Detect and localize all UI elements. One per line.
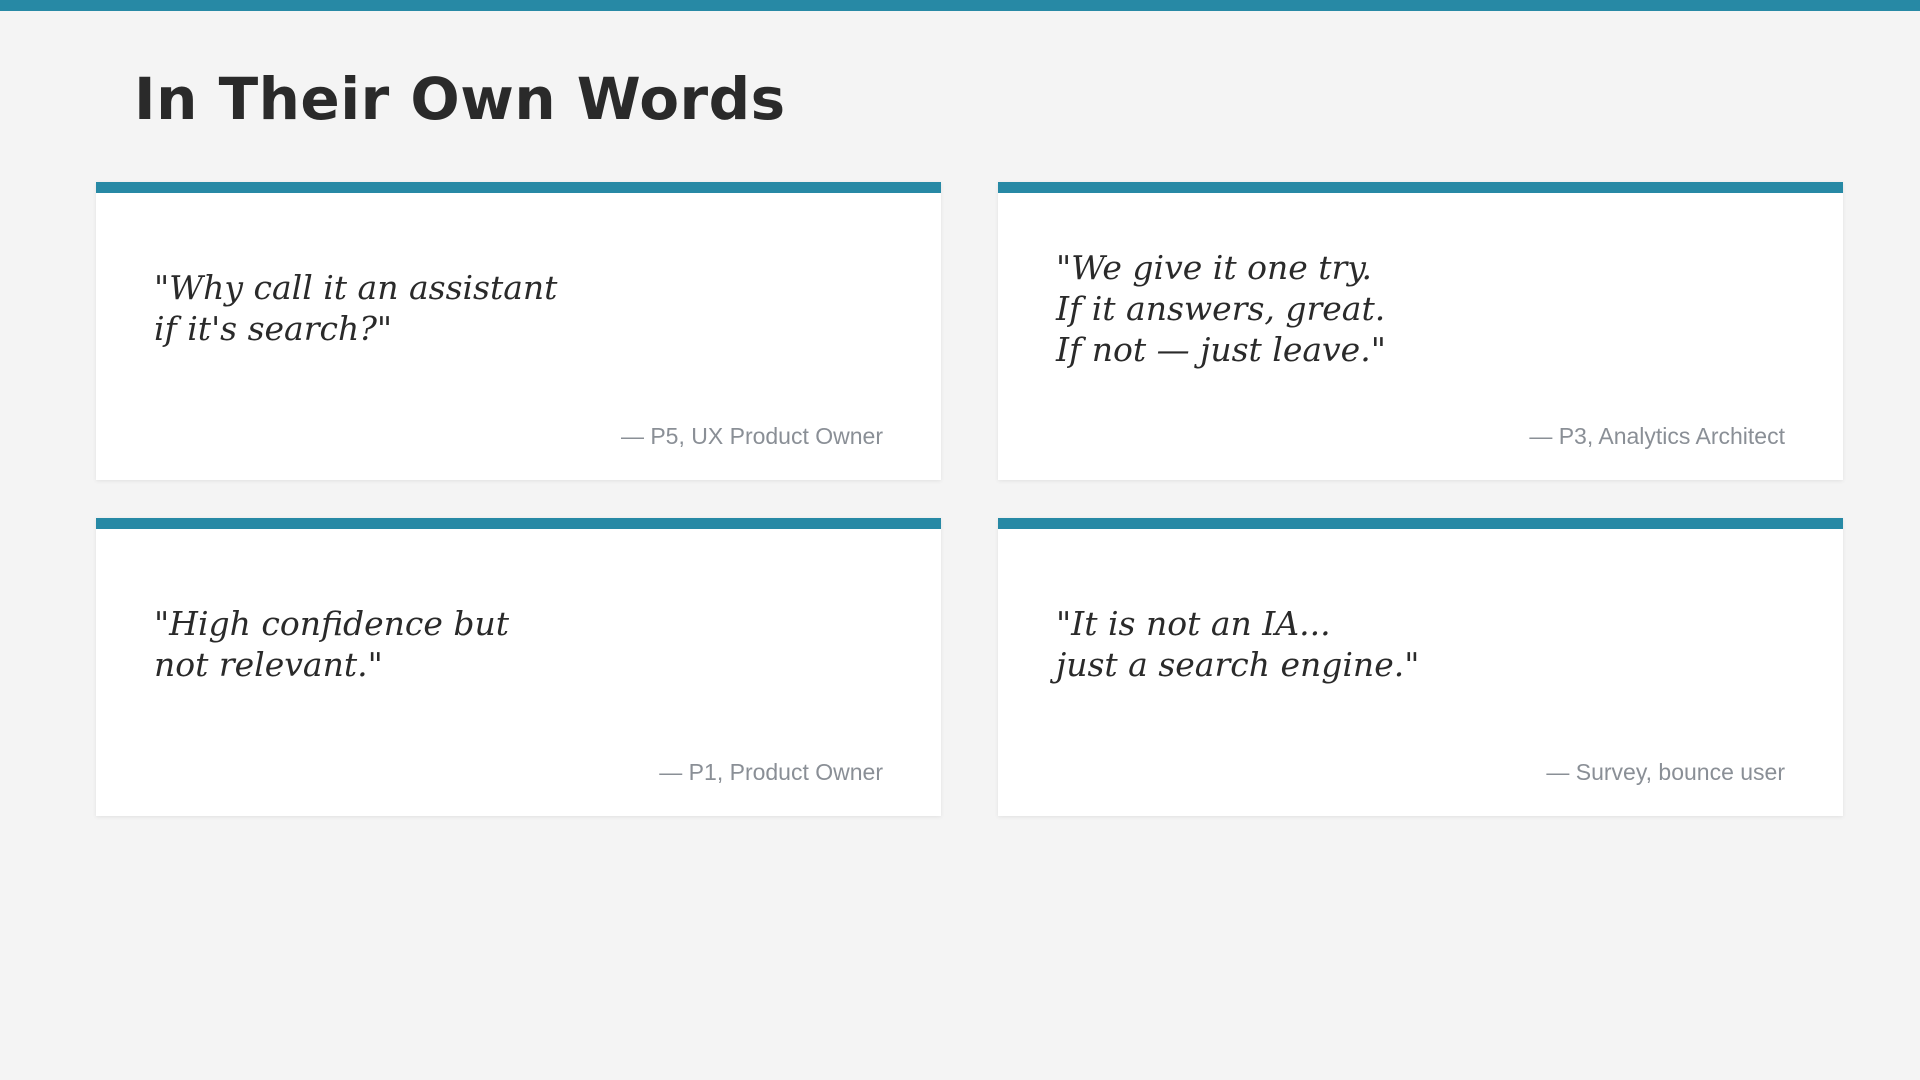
quote-text: "Why call it an assistant if it's search…: [154, 268, 558, 348]
quote-attribution: — P5, UX Product Owner: [620, 423, 883, 449]
quote-text: "High confidence but not relevant.": [154, 604, 510, 684]
quote-card: "It is not an IA... just a search engine…: [998, 518, 1843, 816]
slide-title: In Their Own Words: [134, 65, 786, 133]
quote-card: "We give it one try. If it answers, grea…: [998, 182, 1843, 480]
quote-attribution: — P3, Analytics Architect: [1529, 423, 1785, 449]
quote-card: "High confidence but not relevant." — P1…: [96, 518, 941, 816]
quote-text: "We give it one try. If it answers, grea…: [1056, 247, 1386, 369]
quote-attribution: — Survey, bounce user: [1546, 759, 1785, 785]
top-accent-bar: [0, 0, 1920, 11]
quote-card: "Why call it an assistant if it's search…: [96, 182, 941, 480]
quote-text: "It is not an IA... just a search engine…: [1056, 604, 1420, 684]
quote-attribution: — P1, Product Owner: [659, 759, 883, 785]
slide: In Their Own Words "Why call it an assis…: [0, 0, 1920, 1080]
